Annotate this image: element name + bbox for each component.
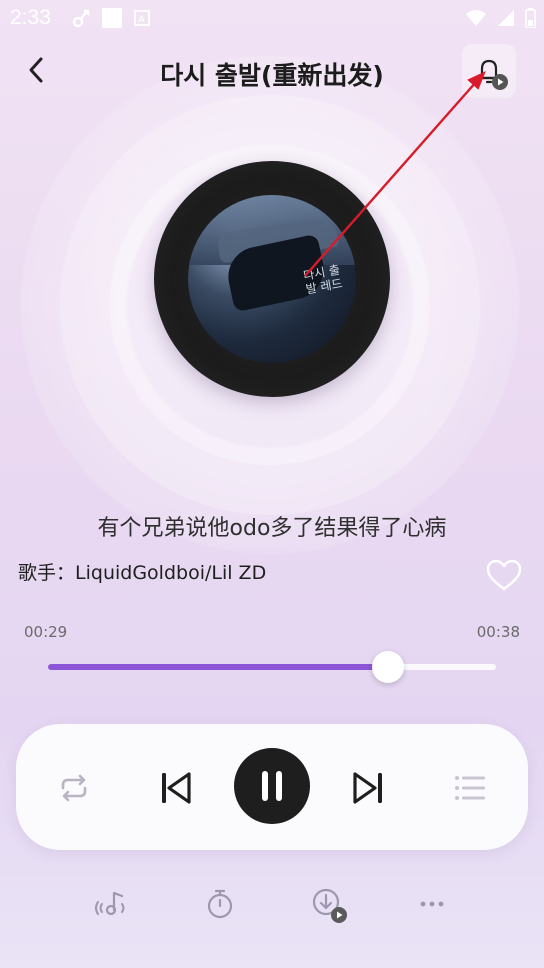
back-button[interactable] — [18, 52, 54, 88]
more-icon — [420, 901, 444, 907]
album-art-text: 다시 출발 레드 — [302, 262, 344, 297]
playback-controls — [16, 724, 528, 850]
bell-play-icon — [477, 59, 508, 90]
header: 다시 출발(重新出发) — [0, 40, 544, 104]
progress-fill — [48, 664, 389, 670]
ringtone-button[interactable] — [462, 44, 516, 98]
page-title: 다시 출발(重新出发) — [160, 61, 384, 90]
skip-previous-icon — [162, 772, 191, 804]
music-vibrate-icon — [95, 891, 125, 916]
heart-icon — [486, 559, 522, 591]
repeat-icon — [61, 774, 87, 802]
battery-icon — [525, 8, 536, 28]
bottom-action-bar — [0, 880, 544, 930]
pause-icon — [262, 771, 282, 801]
play-pause-button[interactable] — [234, 748, 310, 824]
next-button[interactable] — [346, 766, 390, 810]
previous-button[interactable] — [154, 766, 198, 810]
chevron-left-icon — [29, 57, 43, 83]
playlist-icon — [455, 776, 485, 800]
singer-name: LiquidGoldboi/Lil ZD — [75, 562, 267, 584]
a-badge-icon: A — [134, 10, 150, 26]
progress-slider[interactable] — [48, 651, 496, 683]
time-total: 00:38 — [476, 623, 520, 641]
link-icon — [72, 9, 90, 28]
wifi-icon — [466, 10, 486, 26]
timer-button[interactable] — [196, 880, 244, 928]
album-art: 다시 출발 레드 — [188, 195, 356, 363]
square-icon — [102, 8, 122, 28]
time-current: 00:29 — [24, 623, 68, 641]
status-time: 2:33 — [10, 6, 51, 29]
playlist-button[interactable] — [450, 768, 490, 808]
svg-text:A: A — [138, 15, 145, 26]
ring-setting-button[interactable] — [88, 880, 136, 928]
favorite-button[interactable] — [486, 558, 522, 594]
status-icons-left: A — [72, 8, 150, 28]
skip-next-icon — [353, 772, 382, 804]
status-bar: 2:33 A — [0, 0, 544, 36]
progress-thumb[interactable] — [372, 651, 405, 683]
loop-button[interactable] — [54, 768, 94, 808]
vinyl-record: 다시 출발 레드 — [154, 161, 390, 397]
singer-label: 歌手： — [18, 562, 76, 584]
status-icons-right — [465, 8, 536, 28]
download-button[interactable] — [304, 880, 352, 928]
signal-icon — [498, 10, 514, 26]
timer-icon — [207, 889, 233, 919]
singer-info: 歌手：LiquidGoldboi/Lil ZD — [18, 558, 266, 585]
more-button[interactable] — [408, 880, 456, 928]
current-lyric: 有个兄弟说他odo多了结果得了心病 — [97, 516, 447, 541]
download-play-icon — [312, 888, 347, 923]
